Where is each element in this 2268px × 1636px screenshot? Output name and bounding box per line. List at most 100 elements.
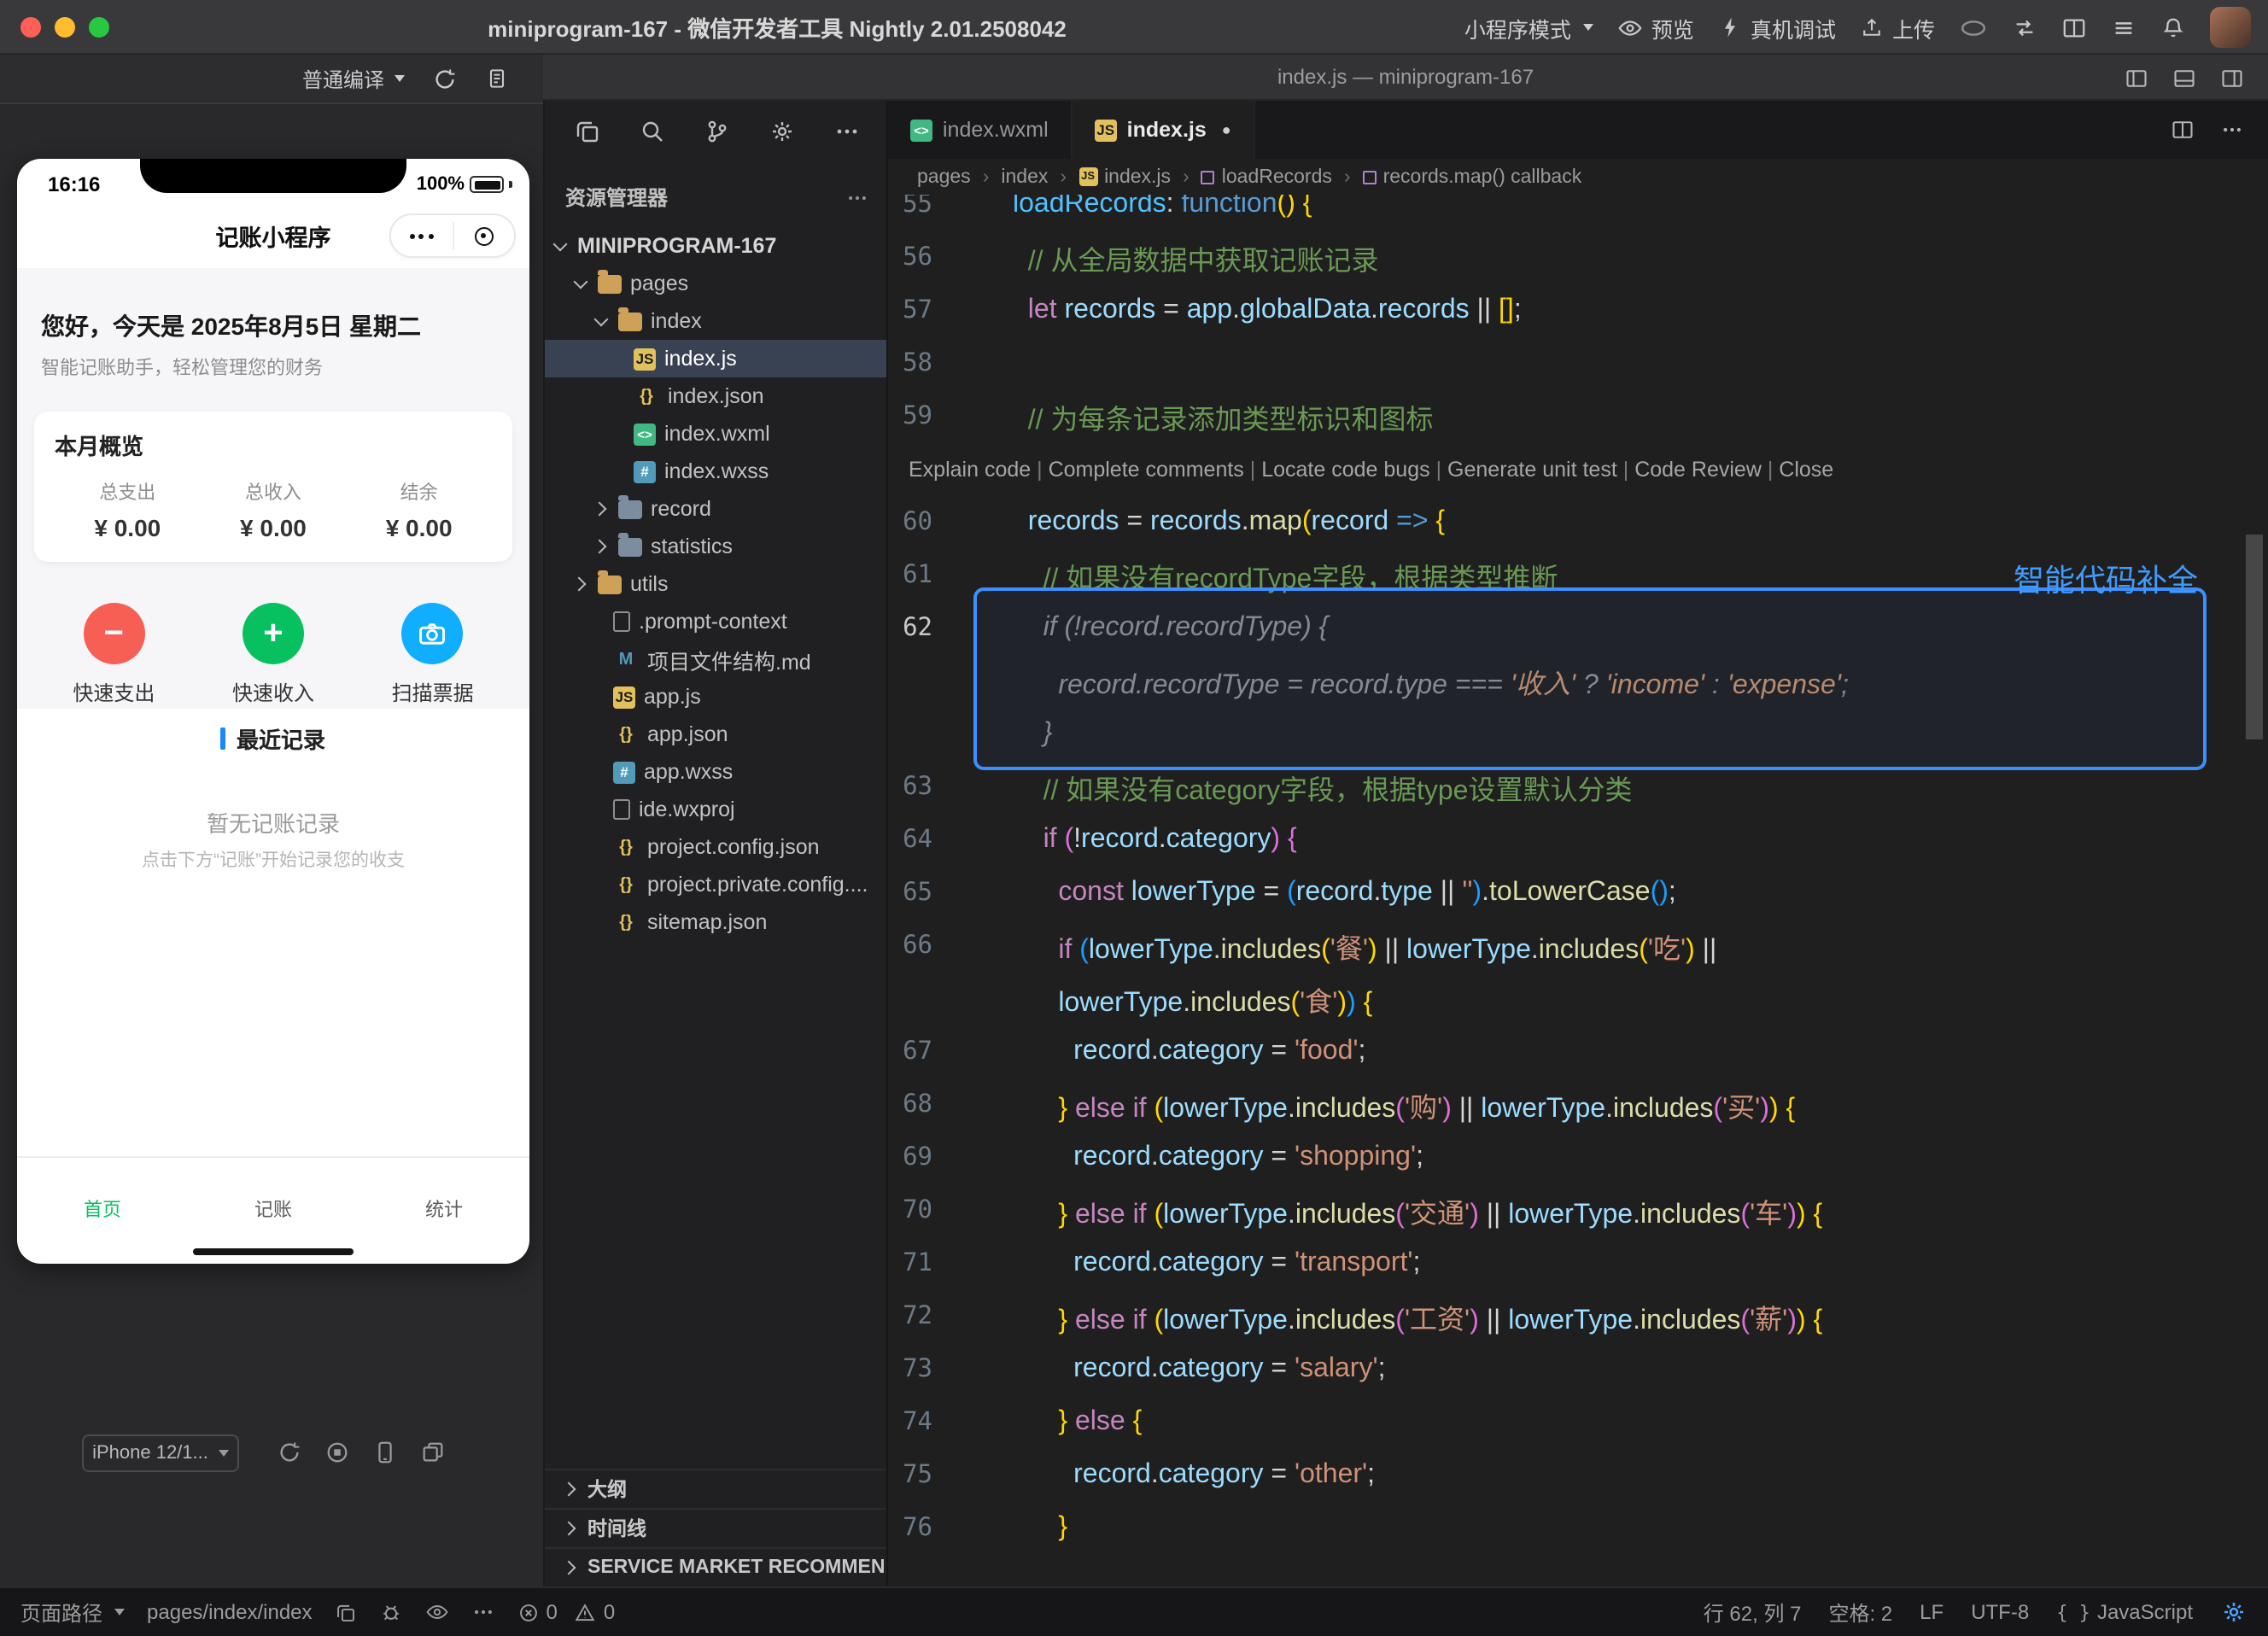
watch-eye-icon[interactable] xyxy=(425,1600,449,1624)
tree-item-project-config-json[interactable]: {}project.config.json xyxy=(545,828,886,866)
tree-item-app-js[interactable]: JSapp.js xyxy=(545,678,886,716)
encoding-setting[interactable]: UTF-8 xyxy=(1971,1600,2029,1624)
tab-index-js[interactable]: JS index.js ● xyxy=(1073,101,1255,159)
tree-item-index-wxml[interactable]: <>index.wxml xyxy=(545,415,886,453)
menu-icon[interactable] xyxy=(2111,15,2136,40)
minimize-window-button[interactable] xyxy=(55,17,75,38)
code-text: const lowerType = (record.type || '').to… xyxy=(1013,877,1676,908)
code-lens-close[interactable]: Close xyxy=(1779,457,1833,481)
layout-grid-icon[interactable] xyxy=(2061,15,2087,40)
code-lens-explain-code[interactable]: Explain code xyxy=(909,457,1031,481)
code-lens-complete-comments[interactable]: Complete comments xyxy=(1049,457,1244,481)
preview-button[interactable]: 预览 xyxy=(1617,11,1694,44)
refresh-icon[interactable] xyxy=(432,66,458,91)
ide-settings-gear-icon[interactable] xyxy=(2220,1598,2248,1626)
cursor-position[interactable]: 行 62, 列 7 xyxy=(1704,1598,1802,1627)
toggle-panel-icon[interactable] xyxy=(2172,66,2196,90)
breadcrumb-index-js[interactable]: JSindex.js xyxy=(1078,167,1171,187)
tree-item-sitemap-json[interactable]: {}sitemap.json xyxy=(545,903,886,941)
multi-window-icon[interactable] xyxy=(420,1440,446,1465)
tree-item-app-wxss[interactable]: #app.wxss xyxy=(545,753,886,791)
code-lens-locate-code-bugs[interactable]: Locate code bugs xyxy=(1261,457,1429,481)
code-lens-generate-unit-test[interactable]: Generate unit test xyxy=(1447,457,1617,481)
language-mode[interactable]: { } JavaScript xyxy=(2056,1600,2193,1624)
action-快速收入[interactable]: +快速收入 xyxy=(232,603,314,707)
statusbar-more-icon[interactable] xyxy=(471,1600,495,1624)
eol-setting[interactable]: LF xyxy=(1920,1600,1944,1624)
bell-icon[interactable] xyxy=(2160,15,2186,40)
line-number: 73 xyxy=(888,1355,932,1382)
compile-mode-dropdown[interactable]: 普通编译 xyxy=(302,64,405,93)
breadcrumb-separator: › xyxy=(1183,167,1190,187)
section-时间线[interactable]: 时间线 xyxy=(545,1508,886,1547)
mini-tab-首页[interactable]: 首页 xyxy=(17,1158,188,1264)
split-layout-icon[interactable] xyxy=(2220,66,2244,90)
code-lens-code-review[interactable]: Code Review xyxy=(1634,457,1762,481)
indent-setting[interactable]: 空格: 2 xyxy=(1828,1598,1892,1627)
action-扫描票据[interactable]: 扫描票据 xyxy=(392,603,474,707)
mini-program-mode-dropdown[interactable]: 小程序模式 xyxy=(1464,11,1593,44)
greeting-subtitle: 智能记账助手，轻松管理您的财务 xyxy=(41,353,506,381)
upload-button[interactable]: 上传 xyxy=(1860,11,1935,44)
tree-item-pages[interactable]: pages xyxy=(545,265,886,302)
tree-item-index[interactable]: index xyxy=(545,302,886,340)
maximize-window-button[interactable] xyxy=(89,17,109,38)
tree-item-miniprogram-167[interactable]: MINIPROGRAM-167 xyxy=(545,227,886,265)
problems-indicator[interactable]: 0 0 xyxy=(517,1600,616,1624)
breadcrumb-loadrecords[interactable]: loadRecords xyxy=(1201,167,1332,187)
tab-index-wxml[interactable]: <> index.wxml xyxy=(888,101,1073,159)
device-selector[interactable]: iPhone 12/1... xyxy=(82,1434,239,1472)
close-capsule-button[interactable] xyxy=(453,215,514,256)
remote-debug-button[interactable]: 真机调试 xyxy=(1718,11,1836,44)
tree-item-index-wxss[interactable]: #index.wxss xyxy=(545,453,886,490)
swap-icon[interactable] xyxy=(2012,15,2037,40)
split-editor-icon[interactable] xyxy=(2171,118,2195,142)
section-service-market-recommen[interactable]: SERVICE MARKET RECOMMEN... xyxy=(545,1547,886,1586)
breadcrumb-separator: › xyxy=(1060,167,1067,187)
tree-item-statistics[interactable]: statistics xyxy=(545,528,886,565)
close-window-button[interactable] xyxy=(20,17,41,38)
action-快速支出[interactable]: −快速支出 xyxy=(73,603,155,707)
more-menu-button[interactable] xyxy=(391,215,452,256)
source-control-icon[interactable] xyxy=(704,118,731,145)
page-stack-icon[interactable] xyxy=(485,67,509,91)
files-icon[interactable] xyxy=(574,118,601,145)
avatar[interactable] xyxy=(2210,7,2251,48)
breadcrumb-pages[interactable]: pages xyxy=(917,167,971,187)
tree-item-project-private-config[interactable]: {}project.private.config.... xyxy=(545,866,886,903)
tree-item-app-json[interactable]: {}app.json xyxy=(545,716,886,753)
debug-bug-icon[interactable] xyxy=(379,1600,403,1624)
editor-more-icon[interactable] xyxy=(2220,118,2244,142)
more-icon[interactable] xyxy=(833,118,861,145)
code-text: } xyxy=(1013,1512,1067,1543)
rotate-refresh-icon[interactable] xyxy=(277,1440,302,1465)
tree-item-项目文件结构-md[interactable]: M项目文件结构.md xyxy=(545,640,886,678)
tree-item-utils[interactable]: utils xyxy=(545,565,886,603)
tree-item-index-js[interactable]: JSindex.js xyxy=(545,340,886,377)
settings-gear-icon[interactable] xyxy=(769,118,796,145)
tree-item-index-json[interactable]: {}index.json xyxy=(545,377,886,415)
copy-path-icon[interactable] xyxy=(335,1601,357,1623)
mini-tab-统计[interactable]: 统计 xyxy=(359,1158,529,1264)
line-number: 59 xyxy=(888,402,932,429)
scrollbar-thumb[interactable] xyxy=(2246,535,2263,739)
tree-item-record[interactable]: record xyxy=(545,490,886,528)
explorer-more-icon[interactable] xyxy=(845,185,869,209)
cloud-icon[interactable] xyxy=(1959,13,1988,42)
code-area[interactable]: 55loadRecords: function() {56 // 从全局数据中获… xyxy=(888,195,2268,1586)
js-file-icon: JS xyxy=(1095,119,1117,141)
code-line-64: 64 if (!record.category) { xyxy=(888,813,2268,866)
toggle-sidebar-icon[interactable] xyxy=(2125,66,2148,90)
modified-dot-icon: ● xyxy=(1222,121,1231,138)
search-icon[interactable] xyxy=(639,118,666,145)
breadcrumb-records-map-callback[interactable]: records.map() callback xyxy=(1363,167,1582,187)
stop-icon[interactable] xyxy=(324,1440,350,1465)
page-path-dropdown[interactable]: 页面路径 xyxy=(20,1598,125,1627)
code-line-68: 68 } else if (lowerType.includes('购') ||… xyxy=(888,1078,2268,1131)
tree-item-ide-wxproj[interactable]: ide.wxproj xyxy=(545,791,886,828)
section-大纲[interactable]: 大纲 xyxy=(545,1469,886,1508)
code-line-58: 58 xyxy=(888,336,2268,389)
tree-item-prompt-context[interactable]: .prompt-context xyxy=(545,603,886,640)
breadcrumb-index[interactable]: index xyxy=(1001,167,1048,187)
device-icon[interactable] xyxy=(372,1440,398,1465)
